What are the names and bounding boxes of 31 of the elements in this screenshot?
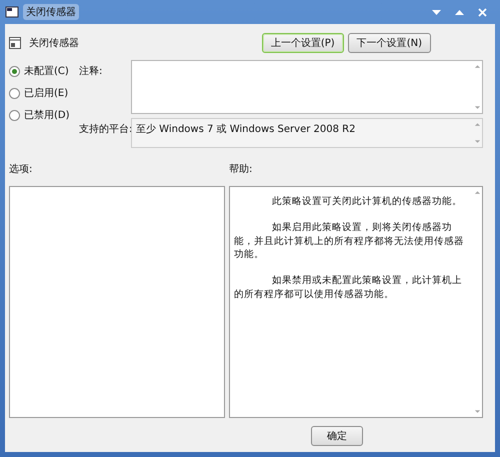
radio-button[interactable]	[9, 66, 20, 76]
radio-button[interactable]	[9, 110, 20, 120]
policy-icon	[9, 37, 21, 49]
ok-button[interactable]: 确定	[311, 426, 363, 446]
nav-button[interactable]: 上一个设置(P)	[262, 33, 344, 53]
scroll-down-icon[interactable]	[474, 105, 480, 110]
close-icon[interactable]	[478, 8, 487, 16]
options-label: 选项:	[9, 162, 34, 176]
radio-button[interactable]	[9, 88, 20, 98]
policy-title: 关闭传感器	[29, 36, 79, 50]
scroll-down-icon[interactable]	[474, 409, 480, 414]
scroll-up-icon[interactable]	[474, 64, 480, 69]
comment-field[interactable]	[131, 60, 483, 114]
help-paragraph: 如果禁用或未配置此策略设置，此计算机上的所有程序都可以使用传感器功能。	[234, 274, 463, 302]
maximize-icon[interactable]	[455, 8, 464, 16]
scroll-down-icon[interactable]	[474, 139, 480, 144]
radio-label[interactable]: 已启用(E)	[24, 86, 68, 100]
minimize-icon[interactable]	[432, 8, 441, 16]
radio-label[interactable]: 未配置(C)	[24, 64, 69, 78]
scroll-up-icon[interactable]	[474, 122, 480, 127]
scroll-up-icon[interactable]	[474, 190, 480, 195]
help-paragraph: 此策略设置可关闭此计算机的传感器功能。	[271, 195, 463, 209]
platform-label: 支持的平台:	[79, 122, 129, 137]
help-label: 帮助:	[229, 162, 254, 176]
comment-label: 注释:	[79, 64, 104, 79]
window-title: 关闭传感器	[23, 4, 79, 20]
help-paragraph: 如果启用此策略设置，则将关闭传感器功能，并且此计算机上的所有程序都将无法使用传感器功能。	[234, 220, 465, 262]
policy-icon	[5, 6, 19, 18]
platform-value: 至少 Windows 7 或 Windows Server 2008 R2	[135, 122, 356, 137]
nav-button[interactable]: 下一个设置(N)	[348, 33, 431, 53]
radio-label[interactable]: 已禁用(D)	[24, 108, 70, 122]
